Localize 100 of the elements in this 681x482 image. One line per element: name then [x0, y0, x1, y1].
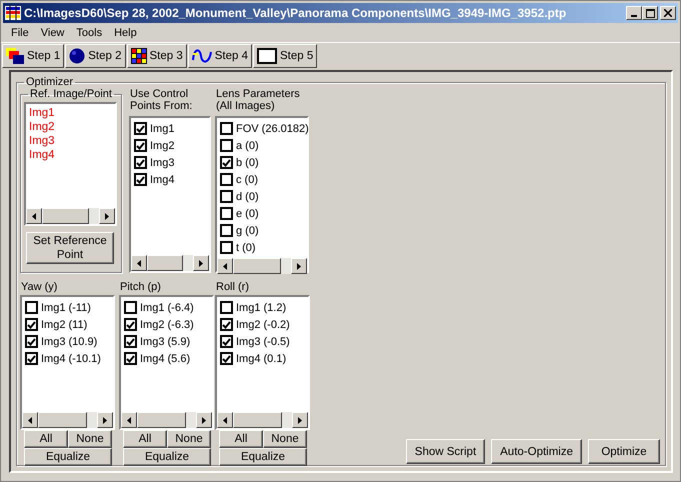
horizontal-scrollbar[interactable]: [26, 208, 115, 224]
select-button[interactable]: None: [167, 430, 211, 448]
checkbox[interactable]: [220, 156, 233, 169]
menu-item[interactable]: View: [34, 26, 70, 38]
equalize-button[interactable]: Equalize: [219, 448, 307, 466]
equalize-button[interactable]: Equalize: [123, 448, 211, 466]
menu-item[interactable]: Tools: [70, 26, 108, 38]
checkbox[interactable]: [134, 122, 147, 135]
item-label: Img2 (11): [41, 318, 88, 330]
step-button[interactable]: Step 2: [65, 44, 126, 68]
checkbox[interactable]: [25, 301, 38, 314]
item-label: Img2 (-6.3): [140, 318, 194, 330]
checkbox[interactable]: [134, 139, 147, 152]
left-arrow-icon: [223, 262, 227, 270]
step-button[interactable]: Step 1: [2, 44, 64, 68]
list-item[interactable]: Img1: [29, 106, 112, 120]
scroll-right-button[interactable]: [97, 412, 113, 428]
scroll-thumb[interactable]: [137, 412, 186, 428]
checkbox[interactable]: [124, 352, 137, 365]
select-button[interactable]: All: [219, 430, 263, 448]
checkbox[interactable]: [220, 352, 233, 365]
menu-item[interactable]: Help: [108, 26, 143, 38]
scroll-left-button[interactable]: [121, 412, 137, 428]
action-button[interactable]: Auto-Optimize: [491, 439, 582, 464]
close-icon: [664, 9, 672, 17]
scroll-right-button[interactable]: [193, 255, 209, 271]
select-button[interactable]: All: [123, 430, 167, 448]
scroll-right-button[interactable]: [292, 412, 308, 428]
checkbox[interactable]: [134, 156, 147, 169]
item-label: Img2 (-0.2): [236, 318, 290, 330]
step-button[interactable]: Step 4: [188, 44, 252, 68]
scroll-thumb[interactable]: [147, 255, 183, 271]
item-label: Img3 (-0.5): [236, 336, 290, 348]
select-button[interactable]: None: [263, 430, 307, 448]
frame-icon: [257, 48, 277, 64]
list-item[interactable]: Img2: [29, 120, 112, 134]
checkbox[interactable]: [220, 139, 233, 152]
select-button[interactable]: None: [68, 430, 112, 448]
checkbox[interactable]: [220, 241, 233, 254]
select-button[interactable]: All: [24, 430, 68, 448]
scroll-thumb[interactable]: [233, 258, 281, 274]
checkbox[interactable]: [25, 335, 38, 348]
checkbox[interactable]: [220, 207, 233, 220]
scroll-thumb[interactable]: [233, 412, 282, 428]
horizontal-scrollbar[interactable]: [217, 412, 308, 428]
checkbox[interactable]: [220, 122, 233, 135]
right-arrow-icon: [105, 212, 109, 220]
horizontal-scrollbar[interactable]: [217, 258, 307, 274]
checkbox[interactable]: [25, 352, 38, 365]
checkbox[interactable]: [220, 301, 233, 314]
scroll-left-button[interactable]: [22, 412, 38, 428]
checkbox[interactable]: [134, 173, 147, 186]
left-arrow-icon: [127, 416, 131, 424]
minimize-button[interactable]: [626, 6, 642, 20]
scroll-right-button[interactable]: [196, 412, 212, 428]
group-title: Ref. Image/Point: [29, 88, 113, 100]
checkbox[interactable]: [124, 318, 137, 331]
item-label: FOV (26.0182): [236, 122, 309, 134]
set-reference-button[interactable]: Set Reference Point: [26, 232, 114, 264]
checkbox[interactable]: [220, 318, 233, 331]
list-label: Lens Parameters (All Images): [215, 88, 301, 114]
action-button[interactable]: Show Script: [406, 439, 486, 464]
step-button[interactable]: Step 3: [126, 44, 187, 68]
scroll-thumb[interactable]: [38, 412, 87, 428]
checkbox[interactable]: [124, 301, 137, 314]
item-label: Img3 (10.9): [41, 336, 98, 348]
equalize-button[interactable]: Equalize: [24, 448, 112, 466]
scroll-right-button[interactable]: [291, 258, 307, 274]
item-label: a (0): [236, 140, 259, 152]
list-item[interactable]: Img3: [29, 134, 112, 148]
step-button[interactable]: Step 5: [253, 44, 318, 68]
horizontal-scrollbar[interactable]: [131, 255, 209, 271]
checkbox[interactable]: [220, 173, 233, 186]
checkbox[interactable]: [220, 190, 233, 203]
item-label: t (0): [236, 242, 256, 254]
checkbox[interactable]: [124, 335, 137, 348]
scroll-left-button[interactable]: [217, 412, 233, 428]
list-item[interactable]: Img4: [29, 148, 112, 162]
right-arrow-icon: [297, 262, 301, 270]
left-arrow-icon: [223, 416, 227, 424]
scroll-left-button[interactable]: [26, 208, 42, 224]
action-button[interactable]: Optimize: [588, 439, 660, 464]
scroll-left-button[interactable]: [131, 255, 147, 271]
scroll-left-button[interactable]: [217, 258, 233, 274]
close-button[interactable]: [660, 6, 676, 20]
horizontal-scrollbar[interactable]: [121, 412, 212, 428]
checkbox[interactable]: [220, 335, 233, 348]
scroll-thumb[interactable]: [42, 208, 89, 224]
list-label: Roll (r): [215, 281, 250, 295]
menu-item[interactable]: File: [5, 26, 35, 38]
window-title: C:\ImagesD60\Sep 28, 2002_Monument_Valley\Panorama Components\IMG_3949-IMG_3952.ptp: [24, 6, 568, 20]
horizontal-scrollbar[interactable]: [22, 412, 113, 428]
app-icon: [5, 6, 21, 20]
item-label: Img1 (-6.4): [140, 302, 194, 314]
scroll-right-button[interactable]: [99, 208, 115, 224]
checkbox[interactable]: [25, 318, 38, 331]
item-label: Img2: [150, 140, 174, 152]
maximize-button[interactable]: [642, 6, 658, 20]
check-icon: [222, 158, 231, 166]
checkbox[interactable]: [220, 224, 233, 237]
